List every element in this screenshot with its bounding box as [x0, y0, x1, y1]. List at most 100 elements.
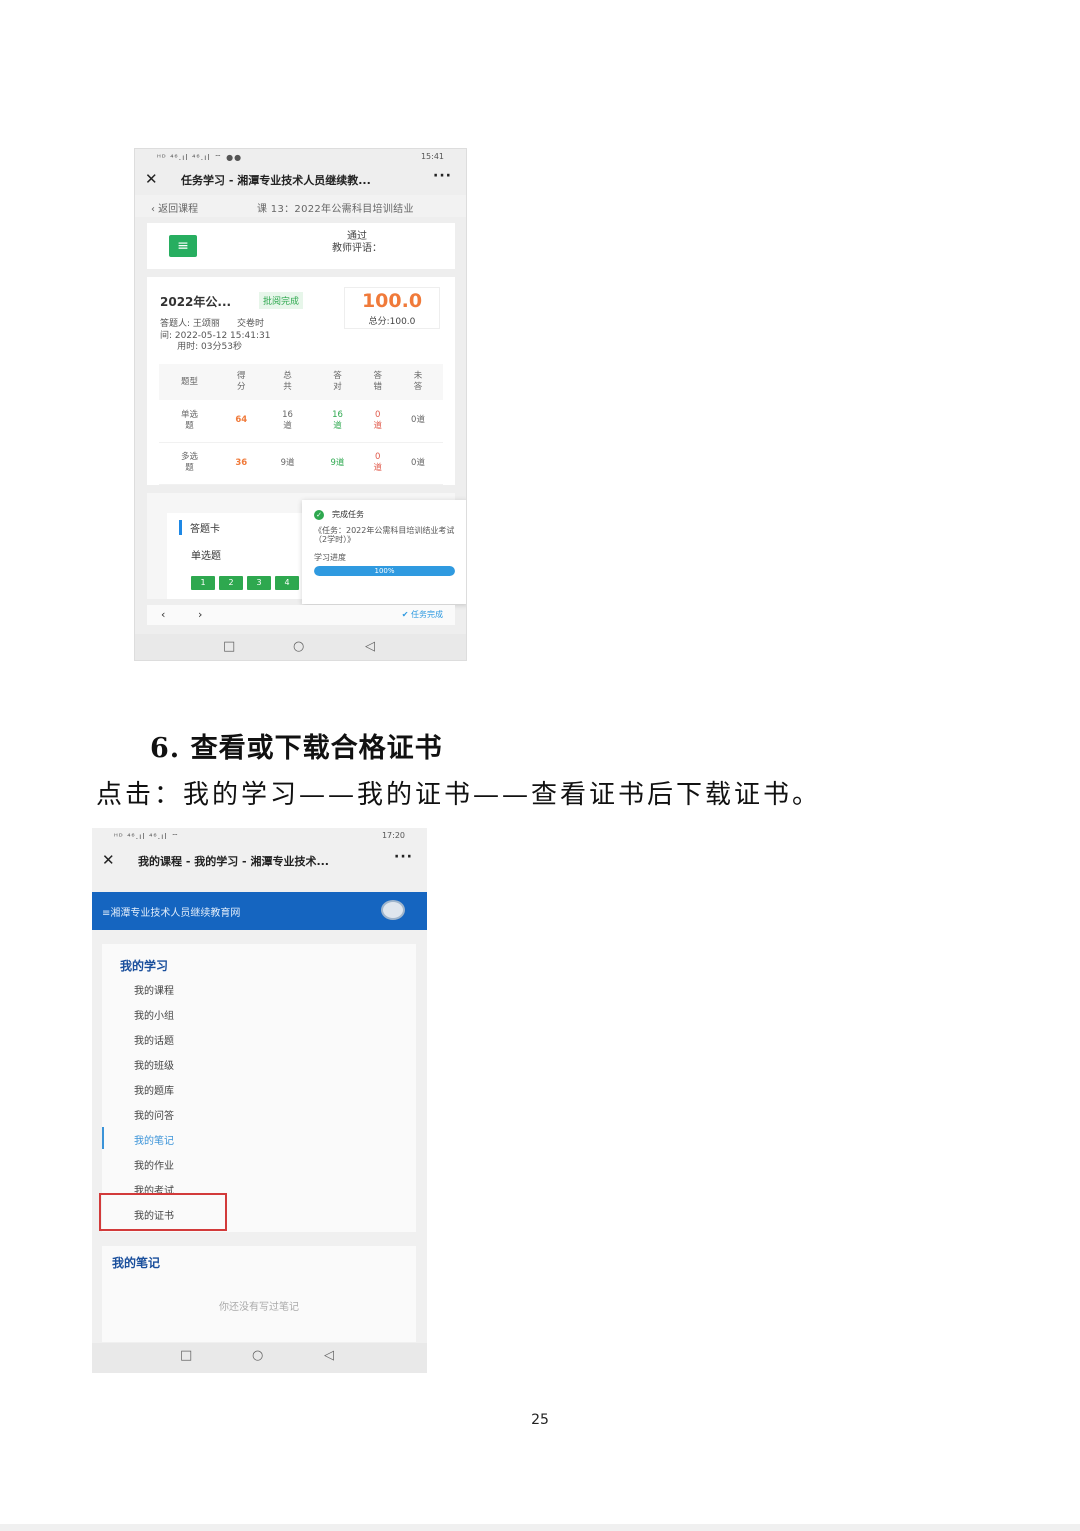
more-icon[interactable]: ··· — [394, 849, 413, 865]
cell: 0道 — [393, 442, 443, 485]
next-button[interactable]: › — [198, 608, 202, 621]
system-nav-bar: □ ○ ◁ — [135, 634, 466, 660]
site-title[interactable]: ≡湘潭专业技术人员继续教育网 — [102, 904, 240, 919]
menu-item[interactable]: 我的话题 — [134, 1032, 174, 1047]
col-header: 得 分 — [220, 364, 263, 400]
popup-header: ✓ 完成任务 — [314, 509, 364, 520]
window-title: 我的课程 - 我的学习 - 湘潭专业技术... — [138, 855, 329, 868]
progress-fill: 100% — [314, 566, 455, 576]
exam-title: 2022年公... — [160, 295, 232, 309]
col-header: 答 对 — [312, 364, 363, 400]
question-button[interactable]: 3 — [247, 576, 271, 590]
col-header: 未 答 — [393, 364, 443, 400]
menu-item[interactable]: 我的课程 — [134, 982, 174, 997]
teacher-comment-label: 教师评语： — [332, 243, 382, 254]
cell: 9道 — [262, 442, 313, 485]
progress-label: 学习进度 — [314, 553, 346, 562]
more-icon[interactable]: ··· — [433, 168, 452, 184]
pass-label: 通过 — [347, 231, 367, 242]
task-description: 《任务：2022年公需科目培训结业考试（2学时）》 — [314, 526, 455, 544]
status-badge: 批阅完成 — [259, 292, 304, 309]
window-title: 任务学习 - 湘潭专业技术人员继续教... — [181, 174, 371, 187]
question-buttons: 1234 — [191, 570, 303, 590]
notes-empty-text: 你还没有写过笔记 — [219, 1302, 299, 1313]
close-icon[interactable]: ✕ — [102, 851, 115, 869]
prev-button[interactable]: ‹ — [161, 608, 165, 621]
cell: 36 — [220, 442, 263, 485]
menu-item[interactable]: 我的小组 — [134, 1007, 174, 1022]
menu-item[interactable]: 我的问答 — [134, 1107, 174, 1122]
close-icon[interactable]: ✕ — [145, 170, 158, 188]
highlight-box — [99, 1193, 227, 1231]
menu-item[interactable]: 我的作业 — [134, 1157, 174, 1172]
page-number: 25 — [531, 1412, 549, 1428]
clipboard-check-icon: ≡ — [169, 235, 197, 257]
home-icon[interactable]: ○ — [252, 1348, 263, 1363]
question-nav: ‹ › ✔ 任务完成 — [147, 605, 455, 625]
cell: 多选 题 — [159, 442, 221, 485]
check-icon: ✓ — [314, 510, 324, 520]
exam-result-screenshot: ᴴᴰ ⁴⁶.ıl ⁴⁶.ıl ⌔ ●● 15:41 ✕ 任务学习 - 湘潭专业技… — [134, 148, 467, 661]
popup-header-text: 完成任务 — [332, 510, 364, 519]
cell: 16 道 — [262, 400, 313, 443]
table-header-row: 题型 得 分 总 共 答 对 答 错 未 答 — [159, 364, 443, 400]
menu-item[interactable]: 我的班级 — [134, 1057, 174, 1072]
answer-card-label: 答题卡 — [179, 520, 220, 535]
pass-status: 通过 教师评语： — [297, 231, 417, 255]
signal-icons: ᴴᴰ ⁴⁶.ıl ⁴⁶.ıl ⌔ — [114, 832, 180, 841]
cell: 9道 — [312, 442, 363, 485]
status-bar: ᴴᴰ ⁴⁶.ıl ⁴⁶.ıl ⌔ ●● 15:41 — [135, 149, 466, 165]
cell: 16 道 — [312, 400, 363, 443]
notes-title: 我的笔记 — [112, 1256, 161, 1270]
signal-icons: ᴴᴰ ⁴⁶.ıl ⁴⁶.ıl ⌔ ●● — [157, 153, 243, 162]
cell: 单选 题 — [159, 400, 221, 443]
footer-divider — [0, 1524, 1080, 1531]
cell: 64 — [220, 400, 263, 443]
app-titlebar: ✕ 我的课程 - 我的学习 - 湘潭专业技术... ··· — [92, 846, 427, 874]
section-heading: 6. 查看或下载合格证书 — [150, 733, 443, 764]
status-bar: ᴴᴰ ⁴⁶.ıl ⁴⁶.ıl ⌔ 17:20 — [92, 828, 427, 844]
status-time: 17:20 — [381, 831, 405, 840]
col-header: 总 共 — [262, 364, 313, 400]
back-to-course-link[interactable]: ‹ 返回课程 — [151, 200, 198, 215]
table-row: 单选 题 64 16 道 16 道 0 道 0道 — [159, 400, 443, 443]
course-lesson-title: 课 13：2022年公需科目培训结业 — [257, 204, 414, 215]
status-time: 15:41 — [420, 152, 444, 161]
menu-item-active[interactable]: 我的笔记 — [134, 1132, 174, 1147]
active-indicator — [102, 1127, 104, 1149]
question-button[interactable]: 1 — [191, 576, 215, 590]
avatar[interactable] — [381, 900, 405, 920]
menu-title: 我的学习 — [120, 959, 169, 973]
answer-card: 答题卡 单选题 1234 — [167, 513, 307, 599]
task-complete-popup: ✓ 完成任务 《任务：2022年公需科目培训结业考试（2学时）》 学习进度 100… — [302, 500, 466, 604]
menu-item[interactable]: 我的题库 — [134, 1082, 174, 1097]
section-label: 单选题 — [191, 551, 221, 562]
question-button[interactable]: 2 — [219, 576, 243, 590]
back-icon[interactable]: ◁ — [324, 1348, 334, 1363]
recent-apps-icon[interactable]: □ — [180, 1348, 192, 1363]
total-score: 总分:100.0 — [368, 317, 416, 327]
col-header: 题型 — [159, 364, 221, 400]
exam-meta: 答题人: 王颂丽 交卷时 间: 2022-05-12 15:41:31 用时: … — [160, 319, 271, 352]
table-row: 多选 题 36 9道 9道 0 道 0道 — [159, 442, 443, 485]
back-icon[interactable]: ◁ — [365, 639, 375, 654]
breadcrumb: ‹ 返回课程 课 13：2022年公需科目培训结业 — [135, 195, 466, 217]
col-header: 答 错 — [362, 364, 393, 400]
instruction-text: 点击：我的学习——我的证书——查看证书后下载证书。 — [96, 780, 822, 810]
home-icon[interactable]: ○ — [293, 639, 304, 654]
my-learning-menu: 我的学习 我的课程 我的小组 我的话题 我的班级 我的题库 我的问答 我的笔记 … — [102, 944, 416, 1232]
score-value: 100.0 — [361, 290, 423, 312]
cell: 0 道 — [362, 442, 393, 485]
score-card: 2022年公... 批阅完成 答题人: 王颂丽 交卷时 间: 2022-05-1… — [147, 277, 455, 485]
score-box: 100.0 总分:100.0 — [344, 287, 440, 329]
score-table: 题型 得 分 总 共 答 对 答 错 未 答 单选 题 64 16 道 16 道… — [159, 364, 443, 485]
task-complete-link[interactable]: ✔ 任务完成 — [402, 609, 443, 620]
question-button[interactable]: 4 — [275, 576, 299, 590]
my-learning-screenshot: ᴴᴰ ⁴⁶.ıl ⁴⁶.ıl ⌔ 17:20 ✕ 我的课程 - 我的学习 - 湘… — [92, 828, 427, 1373]
cell: 0 道 — [362, 400, 393, 443]
cell: 0道 — [393, 400, 443, 443]
recent-apps-icon[interactable]: □ — [223, 639, 235, 654]
app-titlebar: ✕ 任务学习 - 湘潭专业技术人员继续教... ··· — [135, 165, 466, 193]
notes-card: 我的笔记 你还没有写过笔记 — [102, 1246, 416, 1342]
system-nav-bar: □ ○ ◁ — [92, 1343, 427, 1373]
